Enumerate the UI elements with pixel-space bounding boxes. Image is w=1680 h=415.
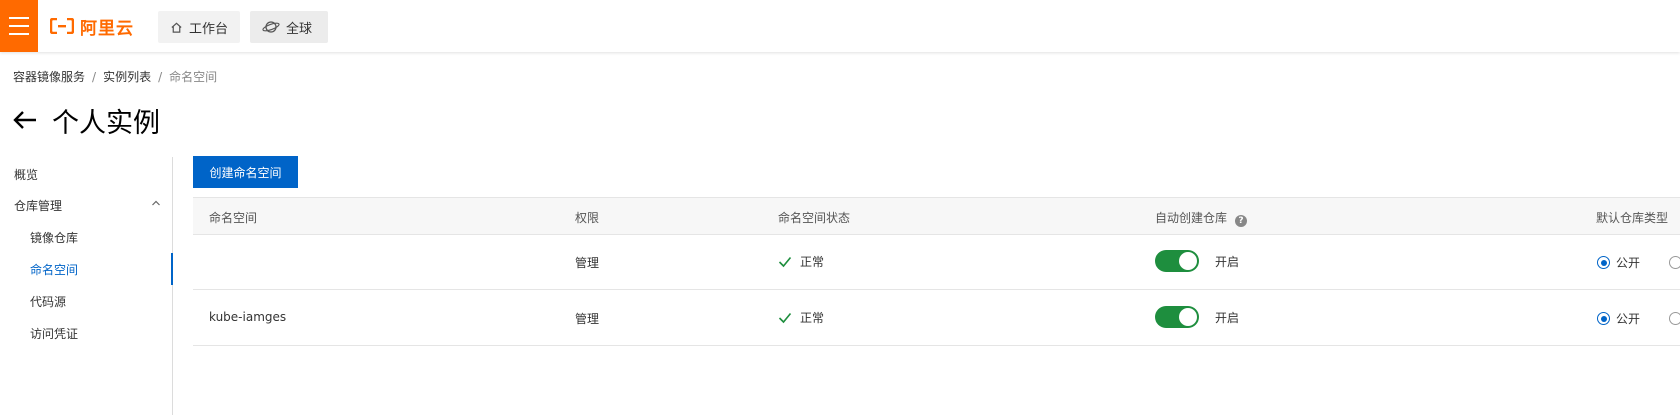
hamburger-menu-icon[interactable] bbox=[0, 0, 38, 52]
check-icon bbox=[778, 256, 792, 267]
status-cell: 正常 bbox=[778, 309, 824, 326]
global-label: 全球 bbox=[286, 21, 313, 37]
breadcrumb-item-current: 命名空间 bbox=[169, 70, 218, 84]
radio-public[interactable] bbox=[1597, 256, 1610, 269]
sidebar-item-access-credential[interactable]: 访问凭证 bbox=[30, 325, 78, 342]
create-namespace-button[interactable]: 创建命名空间 bbox=[193, 156, 298, 188]
column-header-permission: 权限 bbox=[575, 211, 600, 225]
workbench-label: 工作台 bbox=[189, 21, 229, 37]
auto-create-label: 开启 bbox=[1215, 255, 1240, 269]
column-header-namespace: 命名空间 bbox=[209, 211, 258, 225]
table-header: 命名空间 权限 命名空间状态 自动创建仓库? 默认仓库类型 bbox=[193, 197, 1680, 235]
column-header-auto-create: 自动创建仓库? bbox=[1155, 209, 1248, 227]
breadcrumb-item-container-registry[interactable]: 容器镜像服务 bbox=[13, 70, 85, 84]
breadcrumb-separator: / bbox=[92, 70, 97, 84]
permission-cell: 管理 bbox=[575, 312, 600, 326]
region-global-button[interactable]: 全球 bbox=[250, 11, 328, 43]
sidebar-group-repo-management[interactable]: 仓库管理 bbox=[14, 197, 164, 214]
column-header-auto-create-label: 自动创建仓库 bbox=[1155, 211, 1228, 225]
help-icon[interactable]: ? bbox=[1235, 215, 1248, 227]
column-header-default-type: 默认仓库类型 bbox=[1596, 211, 1669, 225]
auto-create-toggle[interactable] bbox=[1155, 306, 1199, 328]
radio-public[interactable] bbox=[1597, 312, 1610, 325]
page-title: 个人实例 bbox=[52, 107, 160, 139]
default-type-label: 公开 bbox=[1616, 256, 1641, 270]
permission-cell: 管理 bbox=[575, 256, 600, 270]
status-text: 正常 bbox=[800, 311, 825, 325]
table-row: 管理 正常 开启 公开 bbox=[193, 234, 1680, 290]
radio-private[interactable] bbox=[1669, 256, 1680, 269]
column-header-status: 命名空间状态 bbox=[778, 211, 851, 225]
namespace-cell[interactable]: kube-iamges bbox=[209, 310, 286, 324]
status-cell: 正常 bbox=[778, 253, 824, 270]
page-header: 个人实例 bbox=[12, 102, 160, 139]
breadcrumb-item-instance-list[interactable]: 实例列表 bbox=[103, 70, 151, 84]
breadcrumb-separator: / bbox=[158, 70, 163, 84]
sidebar-group-label: 仓库管理 bbox=[14, 199, 63, 213]
table-row: kube-iamges 管理 正常 开启 公开 bbox=[193, 290, 1680, 346]
status-text: 正常 bbox=[800, 255, 825, 269]
sidebar-item-code-source[interactable]: 代码源 bbox=[30, 293, 66, 310]
logo-text: 阿里云 bbox=[80, 18, 134, 39]
chevron-up-icon bbox=[152, 200, 160, 206]
breadcrumb: 容器镜像服务 / 实例列表 / 命名空间 bbox=[13, 68, 217, 85]
workbench-button[interactable]: 工作台 bbox=[158, 11, 240, 43]
auto-create-toggle[interactable] bbox=[1155, 250, 1199, 272]
aliyun-logo[interactable]: 阿里云 bbox=[50, 14, 134, 39]
sidebar-item-overview[interactable]: 概览 bbox=[14, 166, 38, 183]
radio-private[interactable] bbox=[1669, 312, 1680, 325]
sidebar-active-indicator bbox=[171, 253, 173, 285]
auto-create-label: 开启 bbox=[1215, 311, 1240, 325]
sidebar-item-image-repo[interactable]: 镜像仓库 bbox=[30, 229, 78, 246]
check-icon bbox=[778, 312, 792, 323]
back-arrow-icon[interactable] bbox=[12, 110, 38, 130]
home-icon bbox=[171, 22, 182, 33]
default-type-label: 公开 bbox=[1616, 312, 1641, 326]
sidebar: 概览 仓库管理 镜像仓库 命名空间 代码源 访问凭证 bbox=[0, 157, 173, 415]
sidebar-item-namespace[interactable]: 命名空间 bbox=[30, 261, 78, 278]
top-bar: 阿里云 工作台 全球 bbox=[0, 0, 1680, 52]
aliyun-logo-icon bbox=[50, 18, 74, 34]
globe-icon bbox=[262, 21, 280, 33]
